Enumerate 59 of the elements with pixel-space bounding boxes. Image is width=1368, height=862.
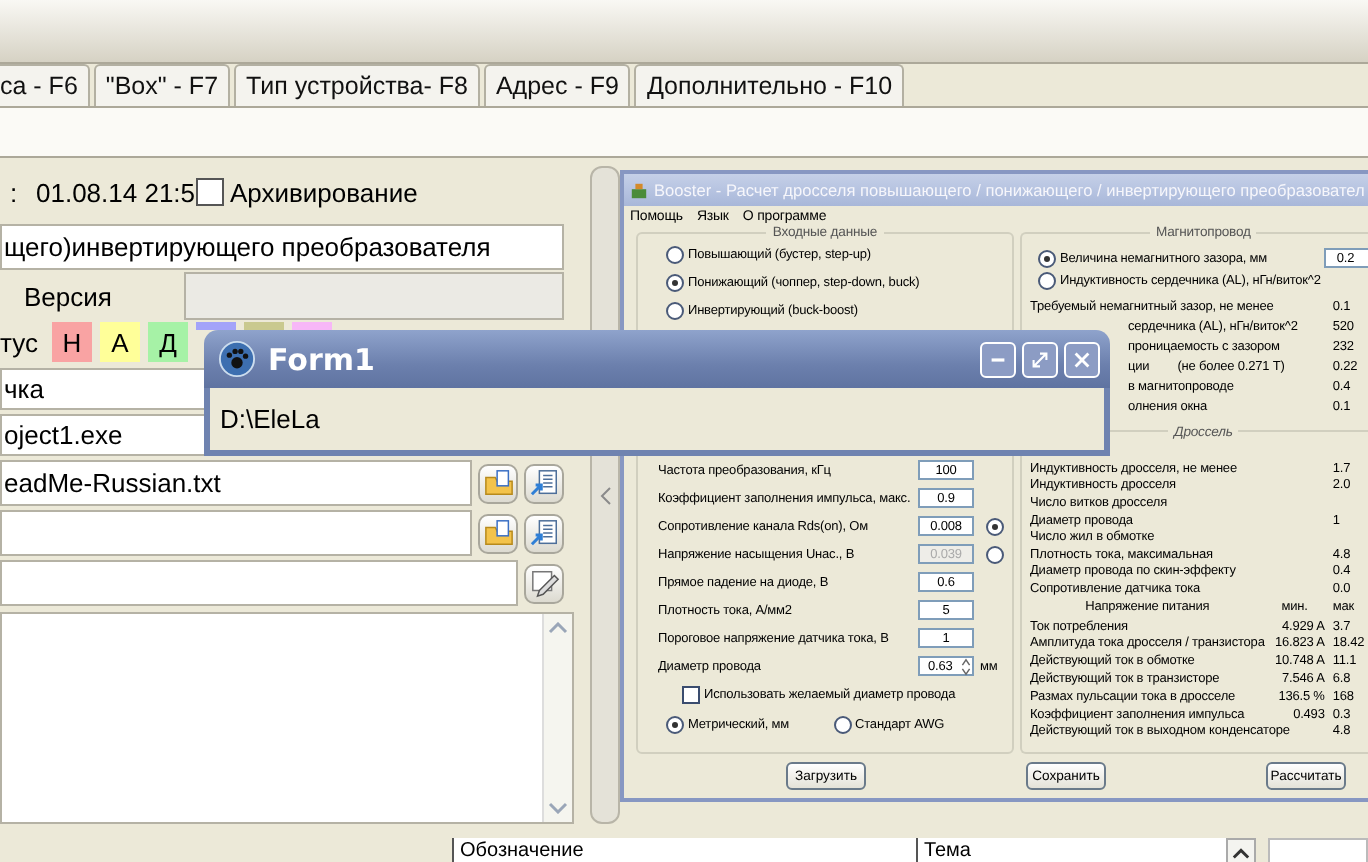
file-path-field[interactable] [0, 510, 472, 556]
chevron-left-icon [599, 485, 611, 505]
radio-button[interactable] [666, 301, 684, 319]
version-field[interactable] [184, 272, 564, 320]
pencil-icon [529, 568, 559, 598]
paw-icon [218, 340, 256, 378]
name-field[interactable]: щего)инвертирующего преобразователя [0, 224, 564, 270]
archive-checkbox[interactable] [196, 178, 224, 206]
file-path-field[interactable]: eadMe-Russian.txt [0, 460, 472, 506]
tab[interactable]: Тип устройства- F8 [234, 64, 480, 106]
scroll-down-icon [548, 802, 568, 814]
status-button[interactable]: Н [52, 322, 92, 362]
radio-button[interactable] [833, 716, 852, 734]
maximize-button[interactable] [1022, 341, 1058, 377]
tab[interactable]: "Box" - F7 [93, 64, 231, 106]
column-header[interactable]: Тема [915, 838, 1227, 862]
open-folder-button[interactable] [478, 463, 518, 503]
folder-icon [483, 468, 513, 498]
radio-button[interactable] [1038, 249, 1056, 267]
window-title: Form1 [268, 341, 375, 377]
radio-button[interactable] [666, 716, 684, 734]
scroll-up-button[interactable] [1226, 838, 1257, 862]
checkbox-label[interactable]: Архивирование [230, 177, 418, 207]
open-file-button[interactable] [524, 463, 564, 503]
tab[interactable]: Адрес - F9 [483, 64, 631, 106]
date-text: 01.08.14 21:5 [36, 177, 196, 207]
radio-button[interactable] [666, 245, 684, 263]
status-button[interactable]: Д [148, 322, 188, 362]
app-icon [630, 181, 648, 199]
maximize-icon [1032, 351, 1048, 367]
version-label: Версия [22, 281, 114, 311]
status-label: тус [0, 327, 40, 357]
scrollbar[interactable] [542, 614, 572, 822]
spinner-icon [960, 658, 972, 676]
radio-button[interactable] [1038, 271, 1056, 289]
tab[interactable]: Дополнительно - F10 [634, 64, 905, 106]
radio-button[interactable] [986, 517, 1004, 535]
tab[interactable]: са - F6 [0, 64, 90, 106]
panel [1268, 838, 1368, 862]
minimize-button[interactable] [980, 341, 1016, 377]
window-title: Booster - Расчет дросселя повышающего / понижающего / инвертирующего преобразовател [654, 180, 1365, 200]
edit-button[interactable] [524, 563, 564, 603]
document-arrow-icon [529, 518, 559, 548]
close-button[interactable] [1064, 341, 1100, 377]
open-folder-button[interactable] [478, 513, 518, 553]
open-file-button[interactable] [524, 513, 564, 553]
path-text: D:\EleLa [220, 404, 320, 434]
memo-field[interactable] [0, 612, 574, 824]
status-button[interactable]: А [100, 322, 140, 362]
date-label: : [10, 177, 20, 207]
text-field[interactable] [0, 560, 518, 606]
close-icon [1074, 351, 1090, 367]
document-arrow-icon [529, 468, 559, 498]
scroll-up-icon [548, 622, 568, 634]
folder-icon [483, 518, 513, 548]
scroll-up-icon [1232, 847, 1251, 859]
column-header[interactable]: Обозначение [451, 838, 916, 862]
radio-button[interactable] [666, 273, 684, 291]
checkbox[interactable] [682, 686, 700, 704]
